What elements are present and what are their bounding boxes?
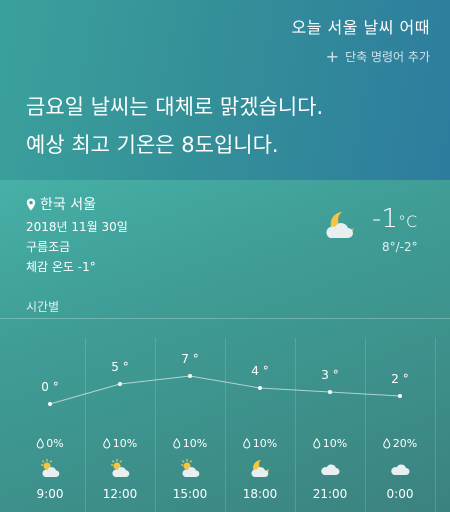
hourly-precipitation: 10% — [103, 437, 137, 450]
hourly-precipitation: 10% — [313, 437, 347, 450]
raindrop-icon — [173, 438, 181, 449]
hourly-temperature: 0 ° — [41, 380, 59, 394]
hourly-time: 9:00 — [36, 487, 64, 501]
sun-cloud-icon — [179, 458, 201, 480]
temperature-point — [328, 390, 332, 394]
hourly-precipitation: 10% — [173, 437, 207, 450]
hourly-precipitation: 10% — [243, 437, 277, 450]
precipitation-value: 10% — [112, 437, 138, 450]
sun-cloud-icon — [39, 458, 61, 480]
hourly-time: 18:00 — [242, 487, 278, 501]
hourly-temperature: 3 ° — [321, 368, 339, 382]
precipitation-value: 0% — [46, 437, 64, 450]
raindrop-icon — [103, 438, 111, 449]
hourly-time: 15:00 — [172, 487, 208, 501]
raindrop-icon — [243, 438, 251, 449]
temperature-point — [118, 382, 122, 386]
hourly-temperature: 4 ° — [251, 364, 269, 378]
cloud-icon — [389, 458, 411, 480]
hourly-precipitation: 0% — [36, 437, 64, 450]
precipitation-value: 10% — [322, 437, 348, 450]
raindrop-icon — [36, 438, 44, 449]
temperature-point — [258, 386, 262, 390]
hourly-temperature: 2 ° — [391, 372, 409, 386]
cloud-icon — [319, 458, 341, 480]
temperature-point — [48, 402, 52, 406]
hourly-temperature: 5 ° — [111, 360, 129, 374]
raindrop-icon — [313, 438, 321, 449]
hourly-time: 12:00 — [102, 487, 138, 501]
hourly-precipitation: 20% — [383, 437, 417, 450]
raindrop-icon — [383, 438, 391, 449]
hourly-temperature-graph — [48, 374, 402, 406]
hourly-time: 0:00 — [386, 487, 414, 501]
temperature-point — [188, 374, 192, 378]
hourly-time: 21:00 — [312, 487, 348, 501]
sun-cloud-icon — [109, 458, 131, 480]
hourly-temperature: 7 ° — [181, 352, 199, 366]
temperature-point — [398, 394, 402, 398]
moon-cloud-icon — [249, 458, 271, 480]
precipitation-value: 20% — [392, 437, 418, 450]
precipitation-value: 10% — [182, 437, 208, 450]
precipitation-value: 10% — [252, 437, 278, 450]
temperature-line — [49, 375, 401, 405]
